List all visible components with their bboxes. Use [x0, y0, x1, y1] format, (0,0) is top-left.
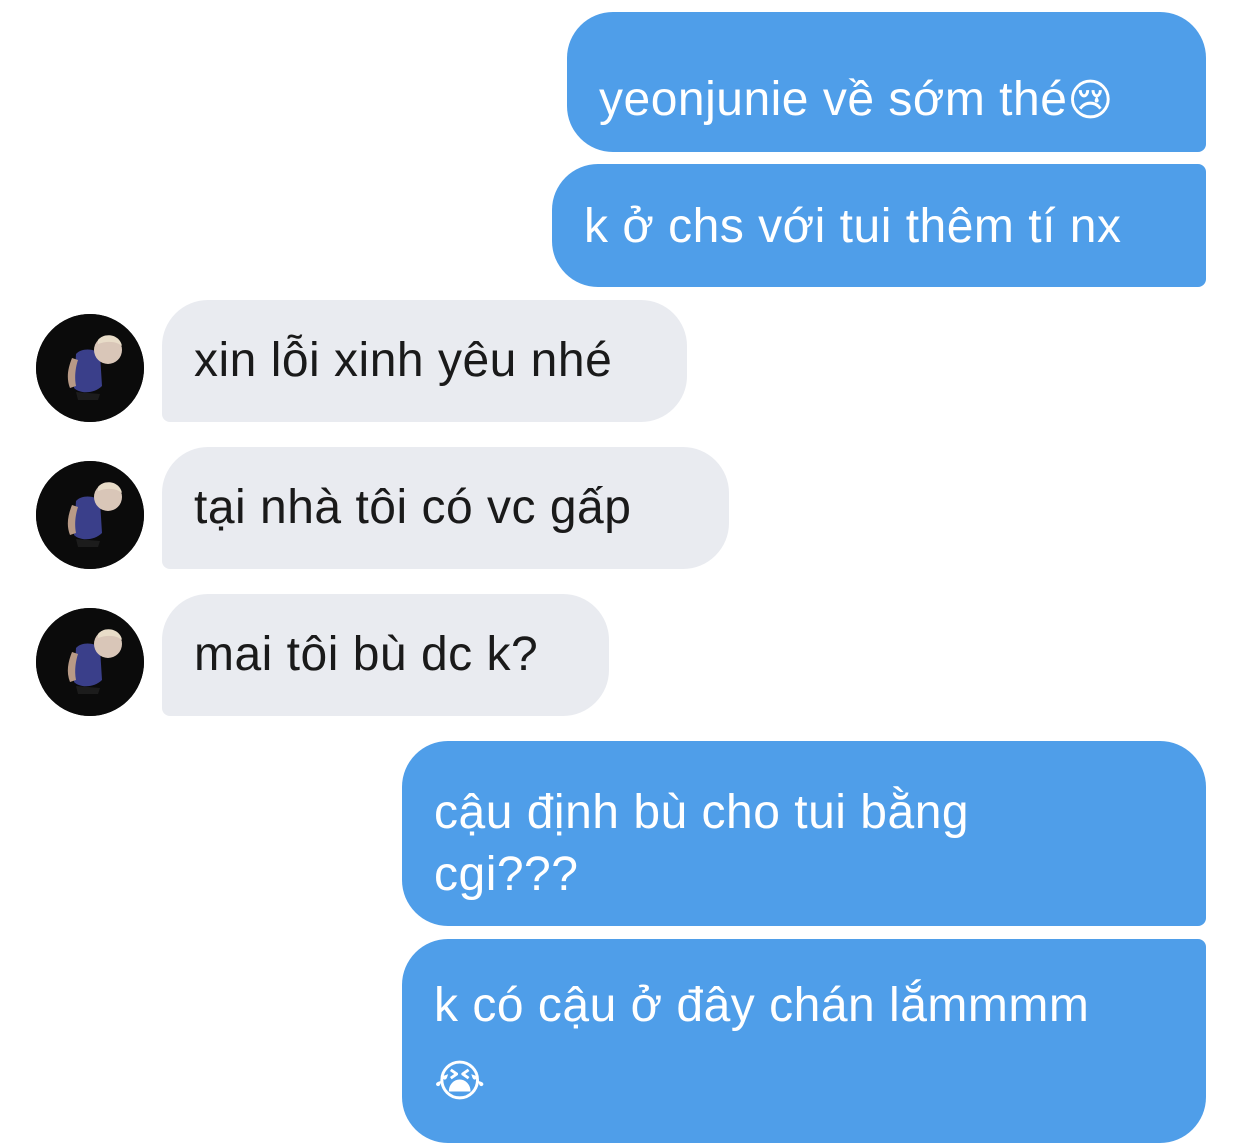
contact-avatar[interactable]	[36, 314, 144, 422]
sent-message-bubble[interactable]: k ở chs với tui thêm tí nx	[552, 164, 1206, 287]
contact-avatar[interactable]	[36, 608, 144, 716]
contact-avatar[interactable]	[36, 461, 144, 569]
received-message-bubble[interactable]: xin lỗi xinh yêu nhé	[162, 300, 687, 422]
message-text: tại nhà tôi có vc gấp	[194, 481, 632, 534]
loudly-crying-face-emoji: 😭	[434, 1056, 486, 1107]
message-text: yeonjunie về sớm thé	[599, 73, 1068, 126]
received-message-bubble[interactable]: tại nhà tôi có vc gấp	[162, 447, 729, 569]
sent-message-bubble[interactable]: yeonjunie về sớm thé😢	[567, 12, 1206, 152]
crying-face-emoji: 😢	[1067, 75, 1114, 126]
avatar-photo-icon	[36, 608, 144, 716]
sent-message-bubble[interactable]: cậu định bù cho tui bằng cgi???	[402, 741, 1206, 926]
avatar-photo-icon	[36, 314, 144, 422]
message-text: k có cậu ở đây chán lắmmmm	[434, 979, 1090, 1032]
message-text-line: cgi???	[434, 848, 579, 901]
message-text: xin lỗi xinh yêu nhé	[194, 334, 613, 387]
received-message-bubble[interactable]: mai tôi bù dc k?	[162, 594, 609, 716]
message-text: k ở chs với tui thêm tí nx	[584, 200, 1122, 253]
message-text-line: cậu định bù cho tui bằng	[434, 786, 970, 839]
avatar-photo-icon	[36, 461, 144, 569]
message-text: mai tôi bù dc k?	[194, 628, 539, 681]
sent-message-bubble[interactable]: k có cậu ở đây chán lắmmmm 😭	[402, 939, 1206, 1143]
